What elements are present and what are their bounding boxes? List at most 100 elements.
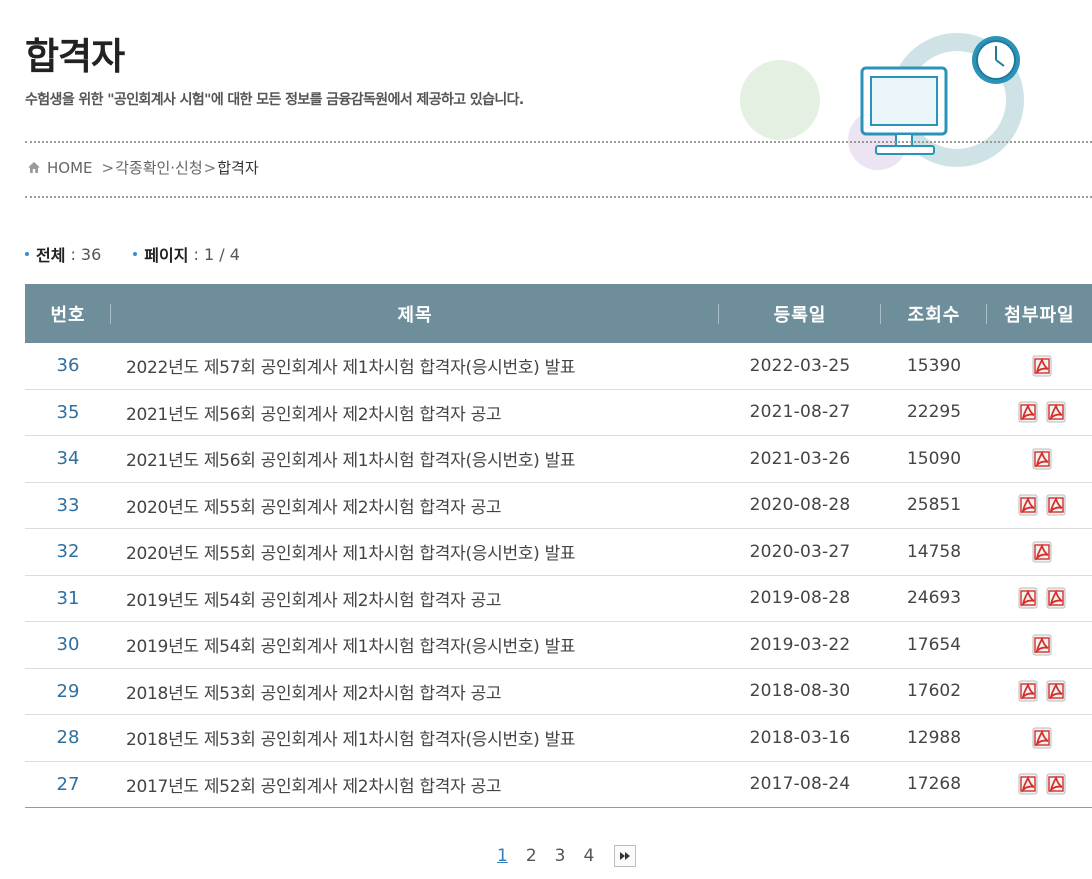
row-title-link[interactable]: 2021년도 제56회 공인회계사 제1차시험 합격자(응시번호) 발표 xyxy=(111,446,719,471)
page-title: 합격자 xyxy=(25,35,125,78)
pdf-file-icon[interactable] xyxy=(1044,401,1068,423)
table-header: 번호 제목 등록일 조회수 첨부파일 xyxy=(25,284,1092,343)
pdf-file-icon[interactable] xyxy=(1016,494,1040,516)
row-views: 25851 xyxy=(906,495,962,516)
page-description: 수험생을 위한 "공인회계사 시험"에 대한 모든 정보를 금융감독원에서 제공… xyxy=(25,92,524,108)
header-attachment: 첨부파일 xyxy=(1004,304,1075,326)
pdf-file-icon[interactable] xyxy=(1030,634,1054,656)
pagination: 1234 xyxy=(497,845,637,867)
row-attachments xyxy=(987,727,1092,749)
row-title-link[interactable]: 2021년도 제56회 공인회계사 제2차시험 합격자 공고 xyxy=(111,400,719,425)
row-date: 2021-08-27 xyxy=(749,402,851,423)
row-number: 36 xyxy=(56,355,80,377)
pdf-file-icon[interactable] xyxy=(1030,448,1054,470)
row-views: 22295 xyxy=(906,402,962,423)
row-views: 24693 xyxy=(906,588,962,609)
table-row[interactable]: 36 2022년도 제57회 공인회계사 제1차시험 합격자(응시번호) 발표 20… xyxy=(25,343,1092,390)
row-title-link[interactable]: 2018년도 제53회 공인회계사 제1차시험 합격자(응시번호) 발표 xyxy=(111,725,719,750)
pdf-file-icon[interactable] xyxy=(1030,541,1054,563)
total-value: : 36 xyxy=(70,244,102,264)
breadcrumb-home[interactable]: HOME xyxy=(47,159,93,177)
table-row[interactable]: 34 2021년도 제56회 공인회계사 제1차시험 합격자(응시번호) 발표 20… xyxy=(25,436,1092,483)
row-views: 17654 xyxy=(906,634,962,655)
row-number: 28 xyxy=(56,727,80,749)
header-number: 번호 xyxy=(25,301,111,327)
pdf-file-icon[interactable] xyxy=(1044,494,1068,516)
row-title-link[interactable]: 2019년도 제54회 공인회계사 제1차시험 합격자(응시번호) 발표 xyxy=(111,632,719,657)
pdf-file-icon[interactable] xyxy=(1044,587,1068,609)
row-title-link[interactable]: 2020년도 제55회 공인회계사 제2차시험 합격자 공고 xyxy=(111,493,719,518)
row-views: 14758 xyxy=(906,541,962,562)
bullet-icon xyxy=(25,252,29,256)
row-views: 15090 xyxy=(906,448,962,469)
row-number: 32 xyxy=(56,541,80,563)
page-link-1[interactable]: 1 xyxy=(497,846,508,866)
row-number: 27 xyxy=(56,773,80,795)
row-attachments xyxy=(987,355,1092,377)
table-body: 36 2022년도 제57회 공인회계사 제1차시험 합격자(응시번호) 발표 20… xyxy=(25,343,1092,808)
row-date: 2019-03-22 xyxy=(749,634,851,655)
page-link-2[interactable]: 2 xyxy=(526,846,537,866)
row-number: 33 xyxy=(56,494,80,516)
pdf-file-icon[interactable] xyxy=(1044,773,1068,795)
results-table: 번호 제목 등록일 조회수 첨부파일 36 2022년도 제57회 공인회계사 제… xyxy=(25,284,1092,808)
row-title-link[interactable]: 2018년도 제53회 공인회계사 제2차시험 합격자 공고 xyxy=(111,679,719,704)
row-attachments xyxy=(987,401,1092,423)
row-title-link[interactable]: 2022년도 제57회 공인회계사 제1차시험 합격자(응시번호) 발표 xyxy=(111,353,719,378)
breadcrumb-level1[interactable]: 각종확인·신청 xyxy=(115,157,203,178)
row-attachments xyxy=(987,680,1092,702)
total-label: 전체 xyxy=(36,246,66,265)
pdf-file-icon[interactable] xyxy=(1016,773,1040,795)
row-attachments xyxy=(987,587,1092,609)
row-attachments xyxy=(987,634,1092,656)
pdf-file-icon[interactable] xyxy=(1016,587,1040,609)
row-attachments xyxy=(987,541,1092,563)
row-date: 2018-03-16 xyxy=(749,727,851,748)
table-row[interactable]: 30 2019년도 제54회 공인회계사 제1차시험 합격자(응시번호) 발표 20… xyxy=(25,622,1092,669)
row-title-link[interactable]: 2020년도 제55회 공인회계사 제1차시험 합격자(응시번호) 발표 xyxy=(111,539,719,564)
breadcrumb-current: 합격자 xyxy=(217,159,259,177)
computer-clock-illustration xyxy=(740,33,1024,170)
bottom-divider xyxy=(25,196,1092,198)
row-title-link[interactable]: 2019년도 제54회 공인회계사 제2차시험 합격자 공고 xyxy=(111,586,719,611)
table-row[interactable]: 27 2017년도 제52회 공인회계사 제2차시험 합격자 공고 2017-08-… xyxy=(25,762,1092,808)
page-label: 페이지 xyxy=(144,246,189,265)
table-row[interactable]: 29 2018년도 제53회 공인회계사 제2차시험 합격자 공고 2018-08-… xyxy=(25,669,1092,715)
row-date: 2020-03-27 xyxy=(749,541,851,562)
row-date: 2019-08-28 xyxy=(749,588,851,609)
row-attachments xyxy=(987,773,1092,795)
table-row[interactable]: 33 2020년도 제55회 공인회계사 제2차시험 합격자 공고 2020-08-… xyxy=(25,483,1092,529)
row-number: 35 xyxy=(56,401,80,423)
row-title-link[interactable]: 2017년도 제52회 공인회계사 제2차시험 합격자 공고 xyxy=(111,772,719,797)
list-summary: 전체 : 36 페이지 : 1 / 4 xyxy=(25,242,272,266)
row-number: 29 xyxy=(56,680,80,702)
pdf-file-icon[interactable] xyxy=(1030,727,1054,749)
row-views: 17268 xyxy=(906,774,962,795)
page-link-3[interactable]: 3 xyxy=(555,846,566,866)
last-page-button[interactable] xyxy=(614,845,637,867)
row-date: 2020-08-28 xyxy=(749,495,851,516)
breadcrumb-separator: > xyxy=(101,158,115,177)
top-divider xyxy=(25,141,1092,143)
pdf-file-icon[interactable] xyxy=(1016,680,1040,702)
pdf-file-icon[interactable] xyxy=(1044,680,1068,702)
page-value: : 1 / 4 xyxy=(193,244,240,264)
row-number: 31 xyxy=(56,587,80,609)
row-views: 12988 xyxy=(906,727,962,748)
row-views: 15390 xyxy=(906,355,962,376)
page-link-4[interactable]: 4 xyxy=(583,846,594,866)
header-title: 제목 xyxy=(111,301,719,327)
table-row[interactable]: 32 2020년도 제55회 공인회계사 제1차시험 합격자(응시번호) 발표 20… xyxy=(25,529,1092,576)
pdf-file-icon[interactable] xyxy=(1016,401,1040,423)
table-row[interactable]: 35 2021년도 제56회 공인회계사 제2차시험 합격자 공고 2021-08-… xyxy=(25,390,1092,436)
table-row[interactable]: 31 2019년도 제54회 공인회계사 제2차시험 합격자 공고 2019-08-… xyxy=(25,576,1092,622)
home-icon xyxy=(28,162,40,173)
table-row[interactable]: 28 2018년도 제53회 공인회계사 제1차시험 합격자(응시번호) 발표 20… xyxy=(25,715,1092,762)
page-count: 페이지 : 1 / 4 xyxy=(133,242,240,266)
breadcrumb: HOME > 각종확인·신청 > 합격자 xyxy=(27,157,259,178)
header-date: 등록일 xyxy=(719,301,881,327)
row-date: 2018-08-30 xyxy=(749,681,851,702)
row-date: 2022-03-25 xyxy=(749,355,851,376)
breadcrumb-separator: > xyxy=(203,158,217,177)
pdf-file-icon[interactable] xyxy=(1030,355,1054,377)
